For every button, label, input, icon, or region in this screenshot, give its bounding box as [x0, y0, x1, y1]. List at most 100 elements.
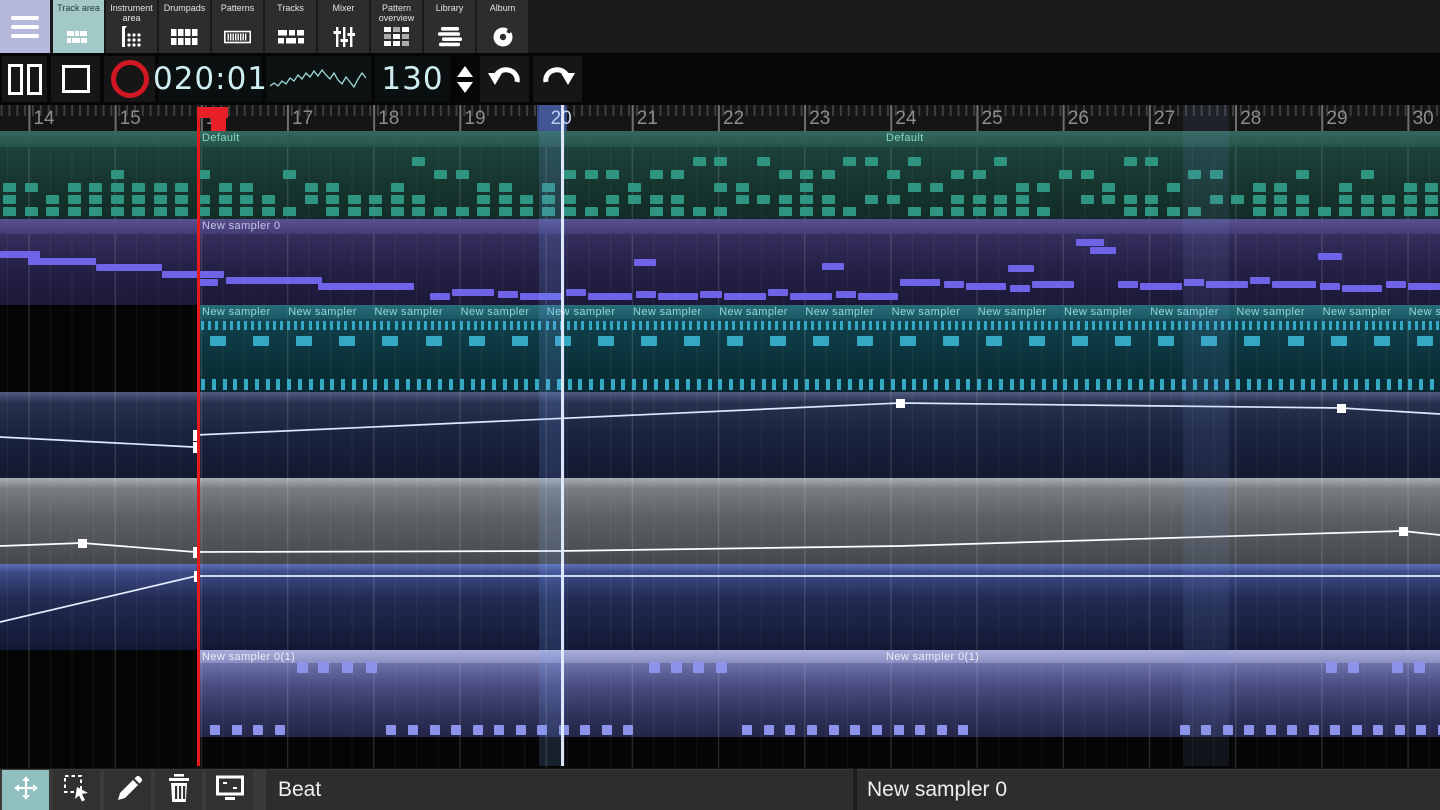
step-tick: [380, 321, 383, 330]
drum-cell: [994, 195, 1007, 204]
step-tick: [1408, 321, 1411, 330]
tab-album[interactable]: Album: [477, 0, 528, 53]
pattern-name: Beat: [278, 778, 321, 802]
pause-button[interactable]: [2, 56, 47, 102]
tab-label: Tracks: [265, 0, 316, 24]
drum-cell: [1124, 195, 1137, 204]
step-tick: [1357, 321, 1360, 330]
step-tick: [1221, 321, 1224, 330]
step-tick: [1214, 321, 1217, 330]
step-tick: [1149, 321, 1152, 330]
step-cell: [1374, 336, 1390, 346]
drum-cell: [1425, 183, 1438, 192]
automation-handle[interactable]: [1337, 404, 1346, 413]
tab-drumpads[interactable]: Drumpads: [159, 0, 210, 53]
instrument-name-panel[interactable]: New sampler 0: [857, 770, 1440, 810]
step-tick: [1085, 321, 1088, 330]
playhead-marker-flag[interactable]: [198, 107, 228, 131]
step-tick: [869, 379, 873, 390]
drum-cell: [714, 207, 727, 216]
track-samplersteps[interactable]: New samplerNew samplerNew samplerNew sam…: [0, 305, 1440, 392]
drum-cell: [46, 195, 59, 204]
tab-track-area[interactable]: Track area: [53, 0, 104, 53]
midi-note: [944, 281, 964, 288]
drum-cell: [1361, 207, 1374, 216]
drum-cell: [412, 157, 425, 166]
track-beat[interactable]: DefaultDefault: [0, 131, 1440, 219]
record-button[interactable]: [104, 56, 155, 102]
hamburger-menu-icon[interactable]: [0, 0, 50, 53]
track-automation3[interactable]: [0, 564, 1440, 650]
tab-instrument-area[interactable]: Instrument area: [106, 0, 157, 53]
delete-tool-button[interactable]: [155, 770, 202, 810]
note-dot: [807, 725, 817, 735]
step-tick: [977, 379, 981, 390]
tempo-display[interactable]: 130: [375, 56, 450, 102]
track-automation1[interactable]: [0, 392, 1440, 478]
step-tick: [524, 321, 527, 330]
clip-sampler01[interactable]: New sampler 0(1)New sampler 0(1): [197, 650, 1440, 737]
move-tool-button[interactable]: [2, 770, 49, 810]
track-automation2[interactable]: [0, 478, 1440, 564]
step-tick: [643, 379, 647, 390]
drum-cell: [843, 207, 856, 216]
step-tick: [675, 321, 678, 330]
automation-handle[interactable]: [78, 539, 87, 548]
step-tick: [1063, 379, 1067, 390]
tempo-stepper[interactable]: [452, 56, 478, 102]
pencil-tool-button[interactable]: [104, 770, 151, 810]
redo-button[interactable]: [533, 56, 582, 102]
step-cell: [813, 336, 829, 346]
note-dot: [253, 725, 263, 735]
track-sampler0[interactable]: New sampler 0: [0, 219, 1440, 305]
step-tick: [1350, 321, 1353, 330]
step-tick: [578, 379, 582, 390]
tab-pattern-overview[interactable]: Pattern overview: [371, 0, 422, 53]
edit-cursor-line[interactable]: [561, 105, 564, 766]
step-tick: [1290, 379, 1294, 390]
undo-button[interactable]: [480, 56, 529, 102]
tab-label: Instrument area: [106, 0, 157, 24]
playhead-line[interactable]: [197, 107, 200, 766]
ruler-bar-number: 23: [809, 108, 830, 130]
step-tick: [945, 379, 949, 390]
waveform-display[interactable]: [266, 56, 371, 102]
step-tick: [689, 321, 692, 330]
step-tick: [574, 321, 577, 330]
pattern-name-panel[interactable]: Beat: [266, 770, 865, 810]
drum-cell: [499, 207, 512, 216]
clip-samplersteps[interactable]: New samplerNew samplerNew samplerNew sam…: [197, 305, 1440, 392]
step-tick: [201, 321, 204, 330]
step-tick: [1249, 321, 1252, 330]
marquee-select-tool-button[interactable]: [53, 770, 100, 810]
step-tick: [1393, 321, 1396, 330]
step-tick: [1429, 321, 1432, 330]
step-tick: [718, 379, 722, 390]
screen-fit-tool-button[interactable]: [206, 770, 253, 810]
clip-label: New sampler: [1323, 306, 1392, 318]
tab-label: Album: [477, 0, 528, 24]
automation-handle[interactable]: [896, 399, 905, 408]
tab-library[interactable]: Library: [424, 0, 475, 53]
track-sampler01[interactable]: New sampler 0(1)New sampler 0(1): [0, 650, 1440, 737]
automation-handle[interactable]: [1399, 527, 1408, 536]
instrument-area-icon: [120, 24, 144, 50]
step-cell: [1331, 336, 1347, 346]
step-tick: [617, 321, 620, 330]
tab-mixer[interactable]: Mixer: [318, 0, 369, 53]
drum-cell: [68, 195, 81, 204]
drum-cell: [25, 183, 38, 192]
drum-cell: [262, 207, 275, 216]
step-tick: [1322, 379, 1326, 390]
tab-label: Pattern overview: [371, 0, 422, 24]
tab-patterns[interactable]: Patterns: [212, 0, 263, 53]
step-cell: [857, 336, 873, 346]
tab-tracks[interactable]: Tracks: [265, 0, 316, 53]
time-display[interactable]: 020:01: [159, 56, 262, 102]
drum-cell: [714, 157, 727, 166]
automation-curve: [0, 478, 1440, 564]
drum-cell: [1124, 157, 1137, 166]
step-tick: [352, 321, 355, 330]
step-tick: [1386, 321, 1389, 330]
stop-button[interactable]: [51, 56, 100, 102]
